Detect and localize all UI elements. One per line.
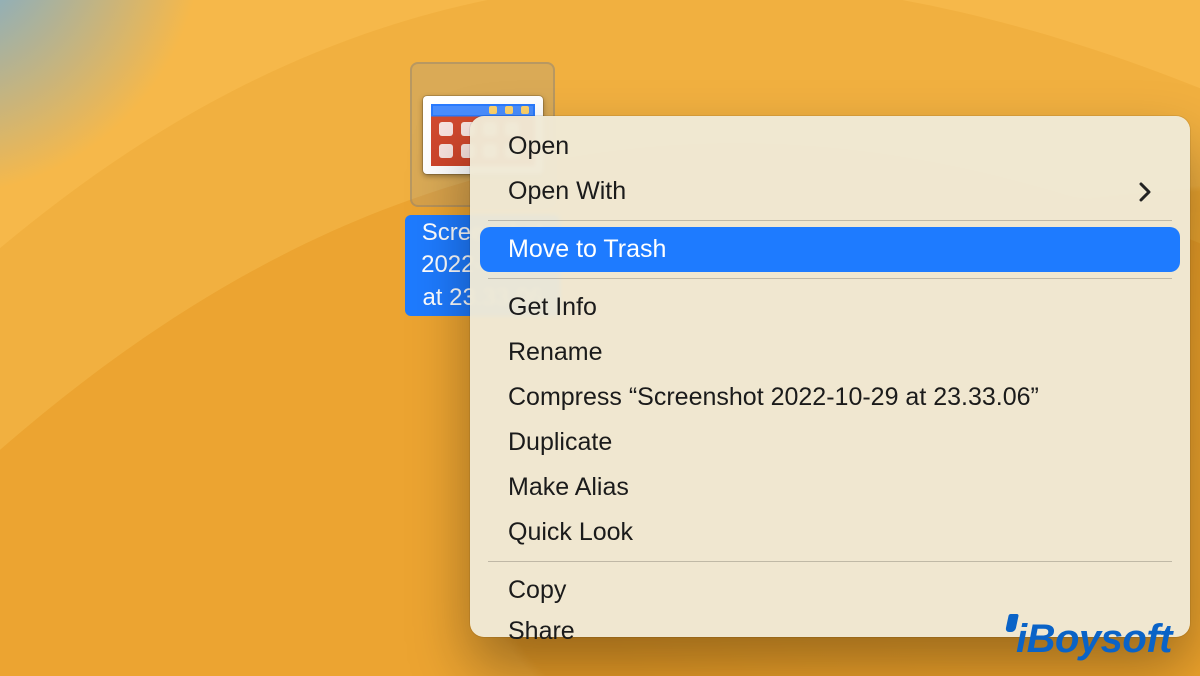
menu-item-label: Duplicate	[508, 428, 612, 457]
menu-item-rename[interactable]: Rename	[480, 330, 1180, 375]
menu-item-label: Compress “Screenshot 2022-10-29 at 23.33…	[508, 383, 1039, 412]
menu-item-label: Make Alias	[508, 473, 629, 502]
menu-item-label: Move to Trash	[508, 235, 666, 264]
menu-separator	[488, 220, 1172, 221]
menu-item-label: Share	[508, 617, 575, 642]
desktop-background: Screenshot2022-10-29 at 23.33.06 Open Op…	[0, 0, 1200, 676]
menu-separator	[488, 561, 1172, 562]
menu-item-compress[interactable]: Compress “Screenshot 2022-10-29 at 23.33…	[480, 375, 1180, 420]
menu-item-open[interactable]: Open	[480, 124, 1180, 169]
menu-item-duplicate[interactable]: Duplicate	[480, 420, 1180, 465]
menu-separator	[488, 278, 1172, 279]
menu-item-get-info[interactable]: Get Info	[480, 285, 1180, 330]
menu-item-label: Get Info	[508, 293, 597, 322]
watermark-text: iBoysoft	[1016, 617, 1172, 662]
menu-item-make-alias[interactable]: Make Alias	[480, 465, 1180, 510]
menu-item-label: Open With	[508, 177, 626, 206]
menu-item-label: Open	[508, 132, 569, 161]
menu-item-label: Quick Look	[508, 518, 633, 547]
menu-item-move-to-trash[interactable]: Move to Trash	[480, 227, 1180, 272]
menu-item-label: Copy	[508, 576, 566, 605]
menu-item-quick-look[interactable]: Quick Look	[480, 510, 1180, 555]
chevron-right-icon	[1138, 182, 1152, 202]
menu-item-label: Rename	[508, 338, 603, 367]
context-menu: Open Open With Move to Trash Get Info Re…	[470, 116, 1190, 637]
watermark-logo: iBoysoft	[1007, 614, 1172, 662]
menu-item-open-with[interactable]: Open With	[480, 169, 1180, 214]
menu-item-copy[interactable]: Copy	[480, 568, 1180, 613]
